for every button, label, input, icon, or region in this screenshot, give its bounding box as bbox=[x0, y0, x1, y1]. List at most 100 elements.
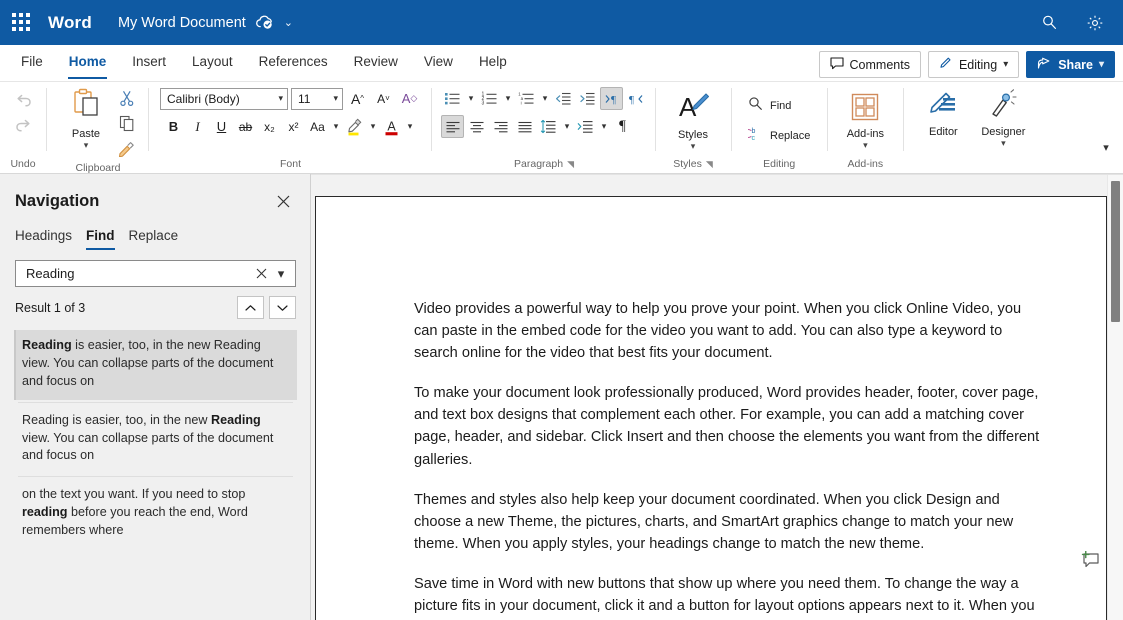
align-right-button[interactable] bbox=[489, 115, 512, 138]
line-spacing-chevron-down-icon[interactable]: ▾ bbox=[561, 115, 573, 138]
decrease-indent-button[interactable] bbox=[552, 87, 575, 110]
next-result-button[interactable] bbox=[269, 296, 296, 319]
title-bar: Word My Word Document ⌄ bbox=[0, 0, 1123, 45]
svg-text:3: 3 bbox=[482, 100, 485, 106]
app-name-label[interactable]: Word bbox=[48, 13, 92, 33]
font-name-combobox[interactable]: Calibri (Body) ▾ bbox=[160, 88, 288, 110]
result-count-label: Result 1 of 3 bbox=[15, 301, 85, 315]
vertical-scrollbar[interactable] bbox=[1107, 175, 1123, 620]
left-to-right-button[interactable]: ¶ bbox=[600, 87, 623, 110]
line-spacing-button[interactable] bbox=[537, 115, 560, 138]
nav-tab-headings[interactable]: Headings bbox=[15, 228, 72, 250]
redo-arrow-icon[interactable] bbox=[10, 114, 36, 138]
nav-tab-replace[interactable]: Replace bbox=[129, 228, 179, 250]
font-color-button[interactable]: A bbox=[380, 115, 403, 138]
add-comment-icon[interactable] bbox=[1078, 548, 1104, 574]
shrink-font-button[interactable]: A˅ bbox=[372, 87, 395, 110]
share-button[interactable]: Share ▾ bbox=[1026, 51, 1115, 78]
styles-dialog-launcher-icon[interactable]: ◥ bbox=[706, 156, 713, 172]
paragraph-spacing-button[interactable] bbox=[574, 115, 597, 138]
gear-icon[interactable] bbox=[1075, 4, 1115, 42]
undo-arrow-icon[interactable] bbox=[10, 89, 36, 113]
find-label: Find bbox=[770, 100, 791, 112]
search-box[interactable]: ▾ bbox=[15, 260, 296, 287]
grow-font-button[interactable]: A^ bbox=[346, 87, 369, 110]
styles-group-text: Styles bbox=[673, 156, 702, 172]
tab-review[interactable]: Review bbox=[341, 45, 411, 81]
paragraph-spacing-chevron-down-icon[interactable]: ▾ bbox=[598, 115, 610, 138]
paste-button[interactable]: Paste ▾ bbox=[58, 85, 114, 151]
app-launcher-waffle-icon[interactable] bbox=[12, 13, 32, 33]
document-body[interactable]: Video provides a powerful way to help yo… bbox=[316, 197, 1106, 620]
search-result-item[interactable]: on the text you want. If you need to sto… bbox=[14, 479, 297, 549]
justify-button[interactable] bbox=[513, 115, 536, 138]
multilevel-list-button[interactable]: 1ai bbox=[515, 87, 538, 110]
numbered-list-button[interactable]: 123 bbox=[478, 87, 501, 110]
underline-button[interactable]: U bbox=[210, 115, 233, 138]
tab-file[interactable]: File bbox=[8, 45, 56, 81]
tab-layout[interactable]: Layout bbox=[179, 45, 246, 81]
align-left-button[interactable] bbox=[441, 115, 464, 138]
bold-button[interactable]: B bbox=[162, 115, 185, 138]
change-case-button[interactable]: Aa bbox=[306, 115, 329, 138]
scrollbar-thumb[interactable] bbox=[1111, 181, 1120, 322]
tab-home[interactable]: Home bbox=[56, 45, 120, 81]
highlight-color-chevron-down-icon[interactable]: ▾ bbox=[367, 115, 379, 138]
nav-tab-find[interactable]: Find bbox=[86, 228, 115, 250]
change-case-chevron-down-icon[interactable]: ▾ bbox=[330, 115, 342, 138]
paragraph-dialog-launcher-icon[interactable]: ◥ bbox=[567, 156, 574, 172]
document-page[interactable]: Video provides a powerful way to help yo… bbox=[315, 196, 1107, 620]
editing-mode-button[interactable]: Editing ▾ bbox=[928, 51, 1019, 78]
clear-x-icon[interactable] bbox=[251, 263, 271, 285]
search-result-item[interactable]: Reading is easier, too, in the new Readi… bbox=[14, 330, 297, 400]
previous-result-button[interactable] bbox=[237, 296, 264, 319]
numbering-chevron-down-icon[interactable]: ▾ bbox=[502, 87, 514, 110]
strikethrough-button[interactable]: ab bbox=[234, 115, 257, 138]
ribbon-collapse-chevron-down-icon[interactable]: ▾ bbox=[1095, 137, 1117, 157]
font-color-chevron-down-icon[interactable]: ▾ bbox=[404, 115, 416, 138]
tab-insert[interactable]: Insert bbox=[119, 45, 179, 81]
align-center-button[interactable] bbox=[465, 115, 488, 138]
search-icon bbox=[748, 96, 763, 116]
chevron-down-icon[interactable]: ▾ bbox=[84, 141, 89, 149]
styles-button[interactable]: A Styles ▾ bbox=[665, 88, 721, 152]
document-canvas[interactable]: Video provides a powerful way to help yo… bbox=[311, 174, 1123, 620]
cut-button[interactable] bbox=[115, 87, 138, 110]
italic-button[interactable]: I bbox=[186, 115, 209, 138]
editor-button[interactable]: Editor bbox=[915, 85, 971, 140]
comments-button[interactable]: Comments bbox=[819, 51, 921, 78]
multilevel-chevron-down-icon[interactable]: ▾ bbox=[539, 87, 551, 110]
result-match-text: Reading bbox=[211, 413, 261, 427]
superscript-button[interactable]: x² bbox=[282, 115, 305, 138]
replace-button[interactable]: b c Replace bbox=[743, 123, 815, 149]
pencil-icon bbox=[939, 56, 953, 73]
right-to-left-button[interactable]: ¶ bbox=[624, 87, 647, 110]
designer-button[interactable]: Designer ▾ bbox=[975, 85, 1031, 149]
chevron-down-icon[interactable]: ▾ bbox=[691, 142, 696, 150]
tab-help[interactable]: Help bbox=[466, 45, 520, 81]
close-icon[interactable] bbox=[270, 188, 296, 214]
cloud-saved-icon[interactable] bbox=[255, 15, 274, 30]
search-options-chevron-down-icon[interactable]: ▾ bbox=[271, 263, 291, 285]
increase-indent-button[interactable] bbox=[576, 87, 599, 110]
copy-button[interactable] bbox=[115, 112, 138, 135]
find-button[interactable]: Find bbox=[743, 93, 796, 119]
search-icon[interactable] bbox=[1029, 4, 1069, 42]
format-painter-button[interactable] bbox=[115, 137, 138, 160]
bullets-chevron-down-icon[interactable]: ▾ bbox=[465, 87, 477, 110]
chevron-down-icon[interactable]: ▾ bbox=[1001, 139, 1006, 147]
document-title-label[interactable]: My Word Document bbox=[118, 15, 246, 31]
document-title-chevron-down-icon[interactable]: ⌄ bbox=[284, 16, 293, 29]
chevron-down-icon[interactable]: ▾ bbox=[863, 141, 868, 149]
search-input[interactable] bbox=[24, 265, 251, 282]
font-size-combobox[interactable]: 11 ▾ bbox=[291, 88, 343, 110]
clear-formatting-button[interactable]: A◇ bbox=[398, 87, 421, 110]
tab-references[interactable]: References bbox=[246, 45, 341, 81]
search-result-item[interactable]: Reading is easier, too, in the new Readi… bbox=[14, 405, 297, 475]
show-formatting-marks-button[interactable]: ¶ bbox=[611, 115, 634, 138]
subscript-button[interactable]: x₂ bbox=[258, 115, 281, 138]
bulleted-list-button[interactable] bbox=[441, 87, 464, 110]
add-ins-button[interactable]: Add-ins ▾ bbox=[837, 89, 893, 151]
tab-view[interactable]: View bbox=[411, 45, 466, 81]
text-highlight-button[interactable] bbox=[343, 115, 366, 138]
